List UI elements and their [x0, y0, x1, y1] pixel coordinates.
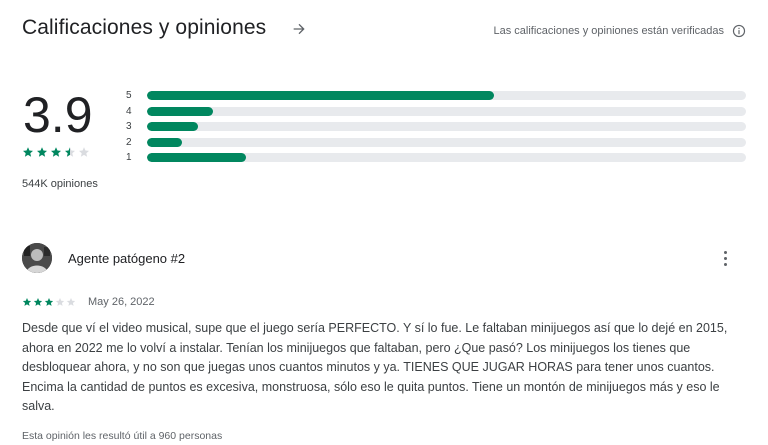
histogram-bar-5	[147, 91, 495, 101]
verified-notice: Las calificaciones y opiniones están ver…	[493, 24, 746, 38]
avatar	[22, 243, 52, 273]
histogram-row-1: 1	[126, 150, 746, 166]
rating-summary: 3.9 544K opiniones	[22, 87, 132, 190]
more-vert-icon-dot	[723, 262, 727, 266]
review-text: Desde que ví el video musical, supe que …	[22, 321, 728, 413]
star-filled-icon	[51, 147, 61, 157]
histogram-track	[147, 106, 746, 116]
average-rating: 3.9	[23, 87, 93, 143]
see-all-ratings-button[interactable]	[288, 18, 310, 40]
average-stars	[22, 146, 132, 158]
star-empty-icon	[55, 298, 65, 306]
section-title: Calificaciones y opiniones	[22, 16, 267, 39]
helpful-count: Esta opinión les resultó útil a 960 pers…	[22, 429, 223, 442]
star-filled-icon	[44, 298, 54, 306]
more-options-button[interactable]	[720, 247, 730, 269]
review-count: 544K opiniones	[22, 178, 98, 190]
ratings-header: Calificaciones y opiniones Las calificac…	[22, 16, 746, 46]
histogram-track	[147, 122, 746, 132]
histogram-label: 2	[126, 136, 132, 148]
star-filled-icon	[37, 147, 47, 157]
star-empty-icon	[66, 298, 76, 306]
histogram-row-2: 2	[126, 135, 746, 151]
star-filled-icon	[23, 147, 33, 157]
more-vert-icon-dot	[723, 256, 727, 260]
star-half-icon	[65, 147, 75, 157]
star-filled-icon	[33, 298, 43, 306]
histogram-bar-4	[147, 106, 213, 116]
review-meta: May 26, 2022	[22, 296, 746, 308]
verified-text: Las calificaciones y opiniones están ver…	[493, 25, 724, 37]
histogram-row-4: 4	[126, 104, 746, 120]
histogram-bar-2	[147, 137, 182, 147]
reviewer-name: Agente patógeno #2	[68, 250, 186, 266]
histogram-label: 5	[126, 90, 132, 102]
histogram-label: 3	[126, 121, 132, 133]
rating-histogram: 5 4 3 2 1	[126, 88, 746, 166]
histogram-label: 4	[126, 105, 132, 117]
review-stars	[22, 297, 76, 307]
histogram-track	[147, 153, 746, 163]
review-header: Agente patógeno #2	[22, 242, 746, 274]
review-card: Agente patógeno #2 May 26, 2022 Desde qu…	[22, 242, 746, 442]
star-empty-icon	[79, 147, 89, 157]
arrow-right-icon	[293, 23, 305, 35]
histogram-row-3: 3	[126, 119, 746, 135]
histogram-bar-3	[147, 122, 198, 132]
review-date: May 26, 2022	[88, 296, 155, 308]
star-filled-icon	[22, 298, 32, 306]
more-vert-icon	[723, 250, 727, 254]
histogram-row-5: 5	[126, 88, 746, 104]
info-icon[interactable]	[732, 24, 746, 38]
histogram-track	[147, 137, 746, 147]
histogram-label: 1	[126, 152, 132, 164]
histogram-track	[147, 91, 746, 101]
histogram-bar-1	[147, 153, 246, 163]
